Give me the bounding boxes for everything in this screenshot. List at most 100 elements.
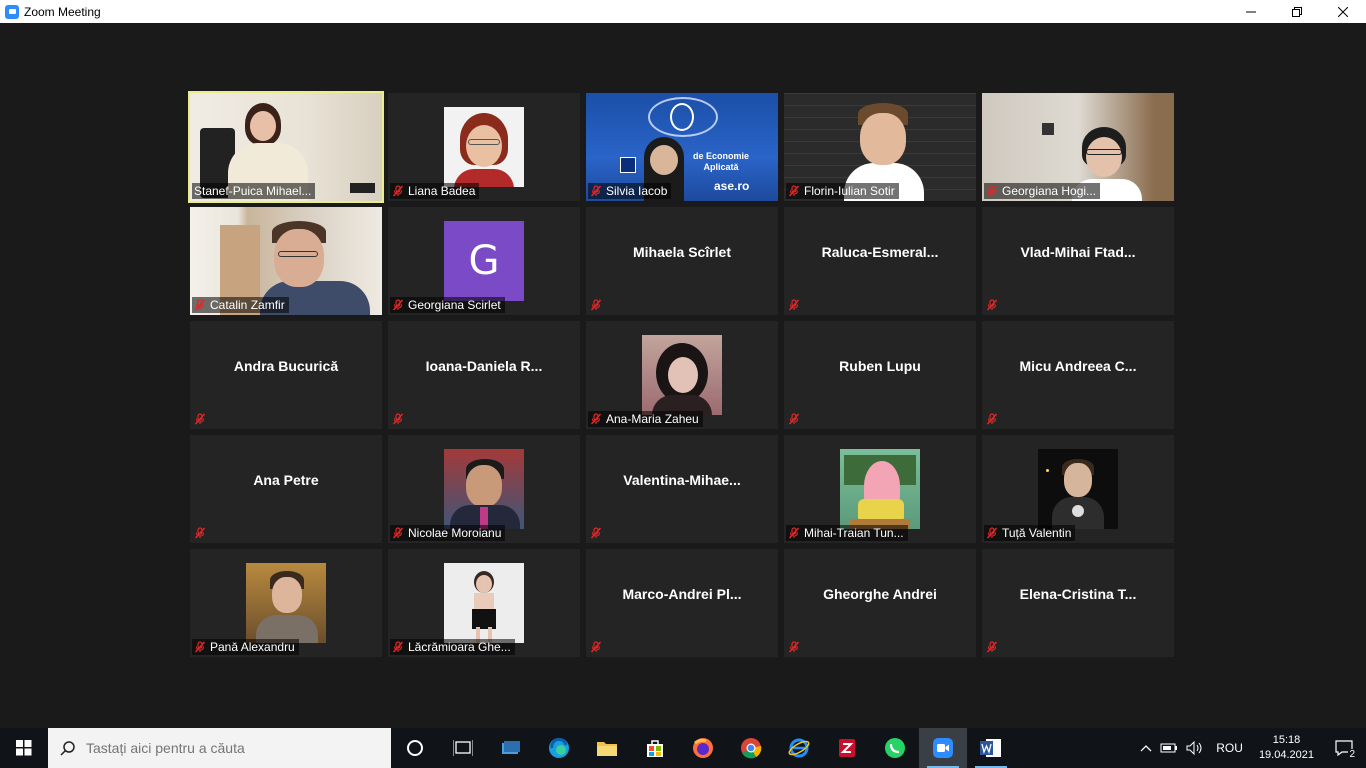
clock-time: 15:18 bbox=[1272, 734, 1301, 746]
participant-name-label: Silvia Iacob bbox=[588, 183, 672, 199]
participant-tile[interactable]: Georgiana Hogi... bbox=[982, 93, 1174, 201]
taskbar-app-whatsapp[interactable] bbox=[871, 728, 919, 768]
background-text: Aplicată bbox=[703, 162, 739, 172]
edge-icon bbox=[549, 737, 569, 758]
muted-microphone-icon bbox=[590, 527, 602, 539]
notification-count: 2 bbox=[1348, 749, 1356, 760]
participant-name: Stanef-Puica Mihael... bbox=[194, 184, 312, 198]
participant-name: Ana-Maria Zaheu bbox=[606, 412, 699, 426]
participant-name-label: Ana-Maria Zaheu bbox=[588, 411, 703, 427]
participant-photo bbox=[444, 449, 524, 529]
participant-tile[interactable]: de Economie Aplicată ase.ro Silvia Iacob bbox=[586, 93, 778, 201]
participant-tile[interactable]: Marco-Andrei Pl... bbox=[586, 549, 778, 657]
participant-tile[interactable]: Ioana-Daniela R... bbox=[388, 321, 580, 429]
show-hidden-icons-button[interactable] bbox=[1136, 728, 1156, 768]
muted-microphone-icon bbox=[194, 413, 206, 425]
participant-tile[interactable]: Mihaela Scîrlet bbox=[586, 207, 778, 315]
participant-photo bbox=[444, 563, 524, 643]
participant-tile[interactable]: Raluca-Esmeral... bbox=[784, 207, 976, 315]
taskbar-app-store[interactable] bbox=[631, 728, 679, 768]
participant-tile[interactable]: Gheorghe Andrei bbox=[784, 549, 976, 657]
taskbar-app-zoom[interactable] bbox=[919, 728, 967, 768]
participant-tile[interactable]: Elena-Cristina T... bbox=[982, 549, 1174, 657]
muted-microphone-icon bbox=[392, 641, 404, 653]
participant-tile[interactable]: Vlad-Mihai Ftad... bbox=[982, 207, 1174, 315]
participant-tile[interactable]: Valentina-Mihae... bbox=[586, 435, 778, 543]
participant-tile[interactable]: Ruben Lupu bbox=[784, 321, 976, 429]
participant-tile[interactable]: Lăcrămioara Ghe... bbox=[388, 549, 580, 657]
participant-tile[interactable]: Stanef-Puica Mihael... bbox=[188, 91, 384, 203]
window-controls bbox=[1228, 0, 1366, 23]
taskbar-app-edge[interactable] bbox=[535, 728, 583, 768]
taskbar-app-chrome[interactable] bbox=[727, 728, 775, 768]
participant-tile[interactable]: Liana Badea bbox=[388, 93, 580, 201]
task-view-icon bbox=[453, 740, 473, 756]
close-icon bbox=[1338, 6, 1348, 17]
participant-name: Silvia Iacob bbox=[606, 184, 668, 198]
muted-microphone-icon bbox=[194, 299, 206, 311]
participant-name-large: Ana Petre bbox=[253, 472, 319, 488]
participant-tile[interactable]: Micu Andreea C... bbox=[982, 321, 1174, 429]
participant-name: Florin-Iulian Sotir bbox=[804, 184, 895, 198]
participant-tile[interactable]: Ana Petre bbox=[190, 435, 382, 543]
participant-status bbox=[984, 639, 1002, 655]
participant-tile[interactable]: Mihai-Traian Tun... bbox=[784, 435, 976, 543]
taskbar-app-internet-explorer[interactable] bbox=[775, 728, 823, 768]
taskbar-app-bing[interactable] bbox=[487, 728, 535, 768]
close-button[interactable] bbox=[1320, 0, 1366, 23]
participant-tile[interactable]: Tuță Valentin bbox=[982, 435, 1174, 543]
search-icon bbox=[60, 741, 75, 756]
participant-photo bbox=[246, 563, 326, 643]
participant-name-label: Florin-Iulian Sotir bbox=[786, 183, 899, 199]
participant-name-large: Ioana-Daniela R... bbox=[425, 358, 543, 374]
cortana-icon bbox=[407, 740, 423, 756]
window-title: Zoom Meeting bbox=[24, 4, 101, 19]
whatsapp-icon bbox=[885, 738, 905, 758]
participant-tile[interactable]: Florin-Iulian Sotir bbox=[784, 93, 976, 201]
battery-button[interactable] bbox=[1156, 728, 1182, 768]
chrome-icon bbox=[741, 738, 762, 759]
muted-microphone-icon bbox=[986, 641, 998, 653]
muted-microphone-icon bbox=[590, 299, 602, 311]
muted-microphone-icon bbox=[392, 413, 404, 425]
taskbar-app-word[interactable] bbox=[967, 728, 1015, 768]
taskbar-clock[interactable]: 15:18 19.04.2021 bbox=[1251, 733, 1322, 763]
taskbar: ROU 15:18 19.04.2021 2 bbox=[0, 728, 1366, 768]
input-language[interactable]: ROU bbox=[1208, 728, 1251, 768]
battery-icon bbox=[1160, 743, 1178, 753]
participant-name-label: Nicolae Moroianu bbox=[390, 525, 506, 541]
search-input[interactable] bbox=[86, 740, 366, 756]
action-center-button[interactable]: 2 bbox=[1322, 728, 1366, 768]
store-icon bbox=[647, 740, 663, 757]
muted-microphone-icon bbox=[986, 413, 998, 425]
participant-tile[interactable]: Pană Alexandru bbox=[190, 549, 382, 657]
participant-tile[interactable]: Ana-Maria Zaheu bbox=[586, 321, 778, 429]
start-button[interactable] bbox=[0, 728, 48, 768]
participant-photo bbox=[840, 449, 920, 529]
participant-tile[interactable]: Catalin Zamfir bbox=[190, 207, 382, 315]
participant-photo bbox=[642, 335, 722, 415]
minimize-icon bbox=[1246, 11, 1256, 12]
muted-microphone-icon bbox=[392, 299, 404, 311]
participant-status bbox=[390, 411, 408, 427]
participant-name-label: Georgiana Scirlet bbox=[390, 297, 505, 313]
taskbar-app-winzip[interactable] bbox=[823, 728, 871, 768]
participant-status bbox=[786, 297, 804, 313]
muted-microphone-icon bbox=[194, 641, 206, 653]
participant-name-large: Elena-Cristina T... bbox=[1019, 586, 1137, 602]
taskbar-search-box[interactable] bbox=[48, 728, 391, 768]
participant-status bbox=[192, 525, 210, 541]
restore-button[interactable] bbox=[1274, 0, 1320, 23]
muted-microphone-icon bbox=[194, 527, 206, 539]
participant-tile[interactable]: Andra Bucurică bbox=[190, 321, 382, 429]
participant-tile[interactable]: G Georgiana Scirlet bbox=[388, 207, 580, 315]
participant-tile[interactable]: Nicolae Moroianu bbox=[388, 435, 580, 543]
taskbar-app-firefox[interactable] bbox=[679, 728, 727, 768]
taskbar-app-file-explorer[interactable] bbox=[583, 728, 631, 768]
task-view-button[interactable] bbox=[439, 728, 487, 768]
minimize-button[interactable] bbox=[1228, 0, 1274, 23]
participant-avatar: G bbox=[444, 221, 524, 301]
background-text: ase.ro bbox=[714, 179, 750, 193]
cortana-button[interactable] bbox=[391, 728, 439, 768]
volume-button[interactable] bbox=[1182, 728, 1208, 768]
